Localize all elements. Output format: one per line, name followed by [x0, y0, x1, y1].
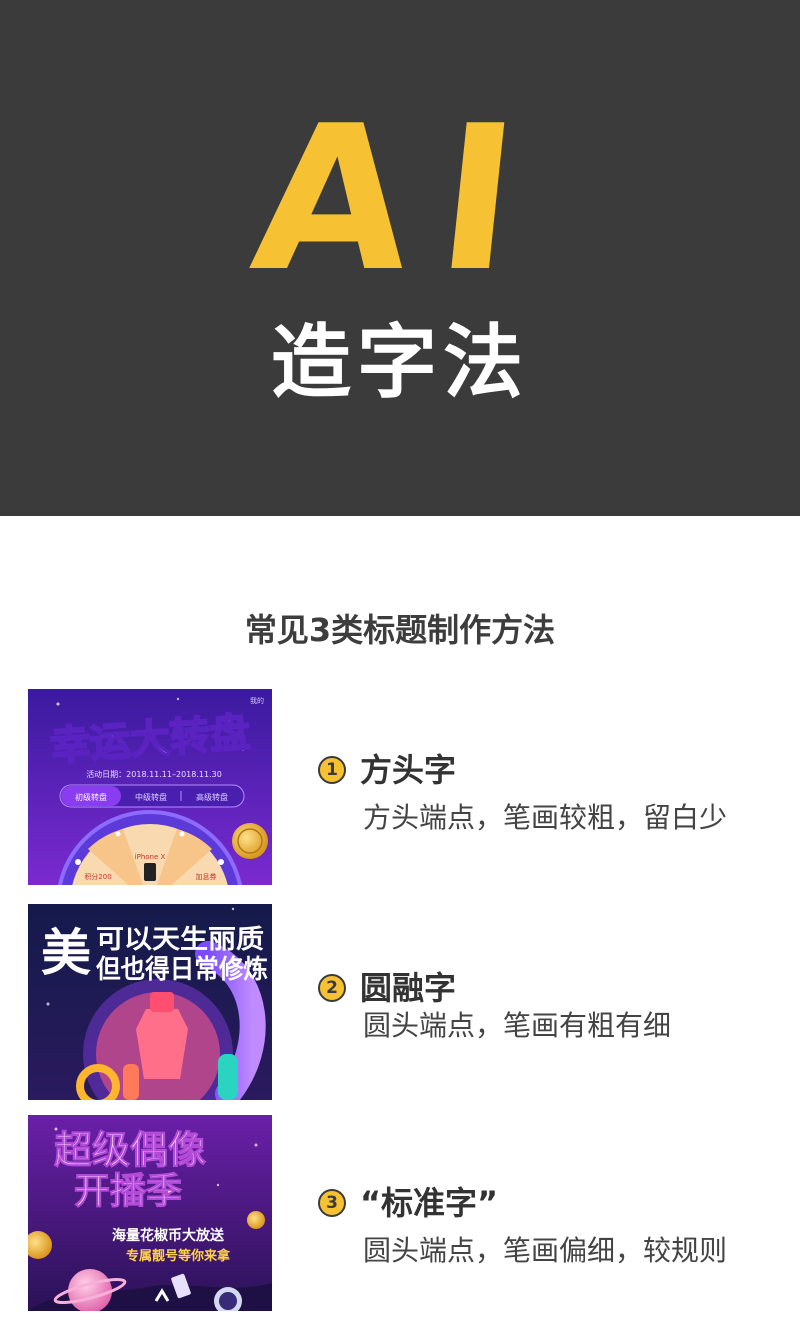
thumb3-line-1: 超级偶像 [54, 1128, 206, 1172]
method-item-standard: 3 “标准字” 圆头端点，笔画偏细，较规则 [318, 1183, 788, 1269]
method-desc-3: 圆头端点，笔画偏细，较规则 [363, 1234, 728, 1267]
method-item-round: 2 圆融字 圆头端点，笔画有粗有细 [318, 968, 788, 1044]
thumb1-tab-2: 中级转盘 [135, 792, 167, 802]
method-title-2: 圆融字 [360, 969, 457, 1007]
method-item-square: 1 方头字 方头端点，笔画较粗，留白少 [318, 750, 788, 836]
thumb3-line-2: 开播季 [74, 1171, 182, 1212]
method-desc-2: 圆头端点，笔画有粗有细 [363, 1009, 672, 1042]
thumb1-wheel-label-2: 积分200 [84, 872, 111, 881]
thumb1-wheel-label-3: 加息券 [196, 872, 217, 881]
number-badge-1: 1 [318, 756, 346, 784]
method-title-1: 方头字 [360, 751, 457, 789]
hero-subtitle: 造字法 [271, 316, 529, 409]
thumb2-headline-big: 美 [41, 924, 91, 982]
method-title-3: “标准字” [360, 1184, 499, 1222]
thumb3-line-3: 海量花椒币大放送 [112, 1227, 225, 1244]
section-title: 常见3类标题制作方法 [244, 611, 556, 649]
thumbnail-lucky-wheel: 我的 幸运大转盘 活动日期：2018.11.11–2018.11.30 初级转盘… [28, 689, 272, 885]
thumb1-tab-1: 初级转盘 [75, 792, 107, 802]
number-badge-3: 3 [318, 1189, 346, 1217]
thumb2-line-1: 可以天生丽质 [96, 925, 264, 955]
hero-title: AI [243, 83, 557, 316]
number-badge-2: 2 [318, 974, 346, 1002]
thumbnail-idol: 超级偶像 开播季 海量花椒币大放送 专属靓号等你来拿 [28, 1115, 272, 1311]
thumb2-line-2: 但也得日常修炼 [96, 954, 268, 985]
thumbnail-beauty: 美 可以天生丽质 但也得日常修炼 [28, 904, 272, 1100]
method-desc-1: 方头端点，笔画较粗，留白少 [363, 801, 728, 834]
thumb3-line-4: 专属靓号等你来拿 [126, 1248, 231, 1264]
thumb1-corner-text: 我的 [250, 696, 264, 705]
thumb1-date: 活动日期：2018.11.11–2018.11.30 [86, 769, 222, 779]
hero-banner: AI 造字法 [0, 0, 800, 516]
thumb1-wheel-label-1: iPhone X [135, 853, 166, 861]
thumb1-tab-3: 高级转盘 [196, 792, 228, 802]
